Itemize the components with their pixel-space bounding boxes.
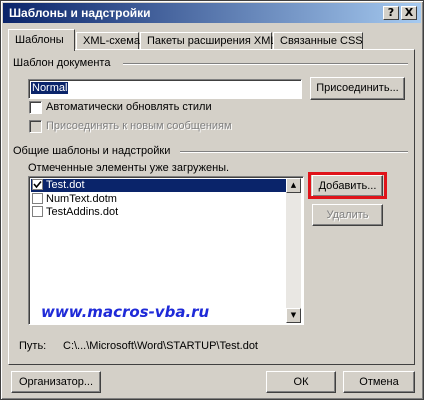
- scroll-down-button[interactable]: ▼: [286, 308, 301, 323]
- help-button[interactable]: ?: [383, 6, 399, 20]
- group-divider: [180, 151, 408, 153]
- attach-new-messages-checkbox[interactable]: [29, 120, 42, 133]
- list-item-checkbox[interactable]: [32, 179, 43, 190]
- templates-dialog: Шаблоны и надстройки ? X Шаблоны XML-схе…: [0, 0, 424, 400]
- cancel-button[interactable]: Отмена: [343, 371, 415, 393]
- path-label: Путь:: [19, 340, 47, 352]
- tab-xml-expansion-packs[interactable]: Пакеты расширения XML: [140, 32, 277, 50]
- list-item-checkbox[interactable]: [32, 206, 43, 217]
- remove-button[interactable]: Удалить: [312, 204, 383, 226]
- vertical-scrollbar[interactable]: ▲ ▼: [286, 178, 301, 323]
- document-template-group-label: Шаблон документа: [13, 57, 111, 69]
- add-button-highlight-frame: [308, 172, 387, 199]
- list-item-checkbox[interactable]: [32, 193, 43, 204]
- arrow-up-icon: ▲: [290, 181, 297, 189]
- auto-update-styles-label: Автоматически обновлять стили: [46, 101, 212, 113]
- group-divider: [123, 63, 408, 65]
- checkmark-icon: [33, 180, 42, 189]
- template-path-value: Normal: [31, 82, 69, 94]
- watermark-text: www.macros-vba.ru: [41, 303, 210, 321]
- list-item[interactable]: NumText.dotm: [31, 193, 294, 206]
- organizer-button[interactable]: Организатор...: [11, 371, 101, 393]
- global-templates-group-label: Общие шаблоны и надстройки: [13, 145, 171, 157]
- close-button[interactable]: X: [401, 6, 417, 20]
- tab-linked-css[interactable]: Связанные CSS: [273, 32, 363, 50]
- title-bar[interactable]: Шаблоны и надстройки ? X: [3, 3, 421, 23]
- scroll-up-button[interactable]: ▲: [286, 178, 301, 193]
- auto-update-styles-checkbox[interactable]: [29, 101, 42, 114]
- loaded-items-info: Отмеченные элементы уже загружены.: [28, 162, 230, 174]
- list-item[interactable]: Test.dot: [31, 179, 294, 192]
- list-item-label: Test.dot: [46, 179, 85, 191]
- attach-new-messages-label: Присоединять к новым сообщениям: [46, 120, 232, 132]
- window-title: Шаблоны и надстройки: [9, 6, 151, 20]
- tab-templates[interactable]: Шаблоны: [8, 29, 75, 51]
- list-item-label: TestAddins.dot: [46, 206, 119, 218]
- tab-xml-schema[interactable]: XML-схема: [76, 32, 140, 50]
- attach-button[interactable]: Присоединить...: [310, 77, 405, 100]
- ok-button[interactable]: ОК: [266, 371, 336, 393]
- path-value: C:\...\Microsoft\Word\STARTUP\Test.dot: [63, 340, 258, 352]
- list-item[interactable]: TestAddins.dot: [31, 206, 294, 219]
- list-item-label: NumText.dotm: [46, 193, 117, 205]
- arrow-down-icon: ▼: [290, 311, 297, 319]
- template-path-field[interactable]: Normal: [28, 79, 302, 99]
